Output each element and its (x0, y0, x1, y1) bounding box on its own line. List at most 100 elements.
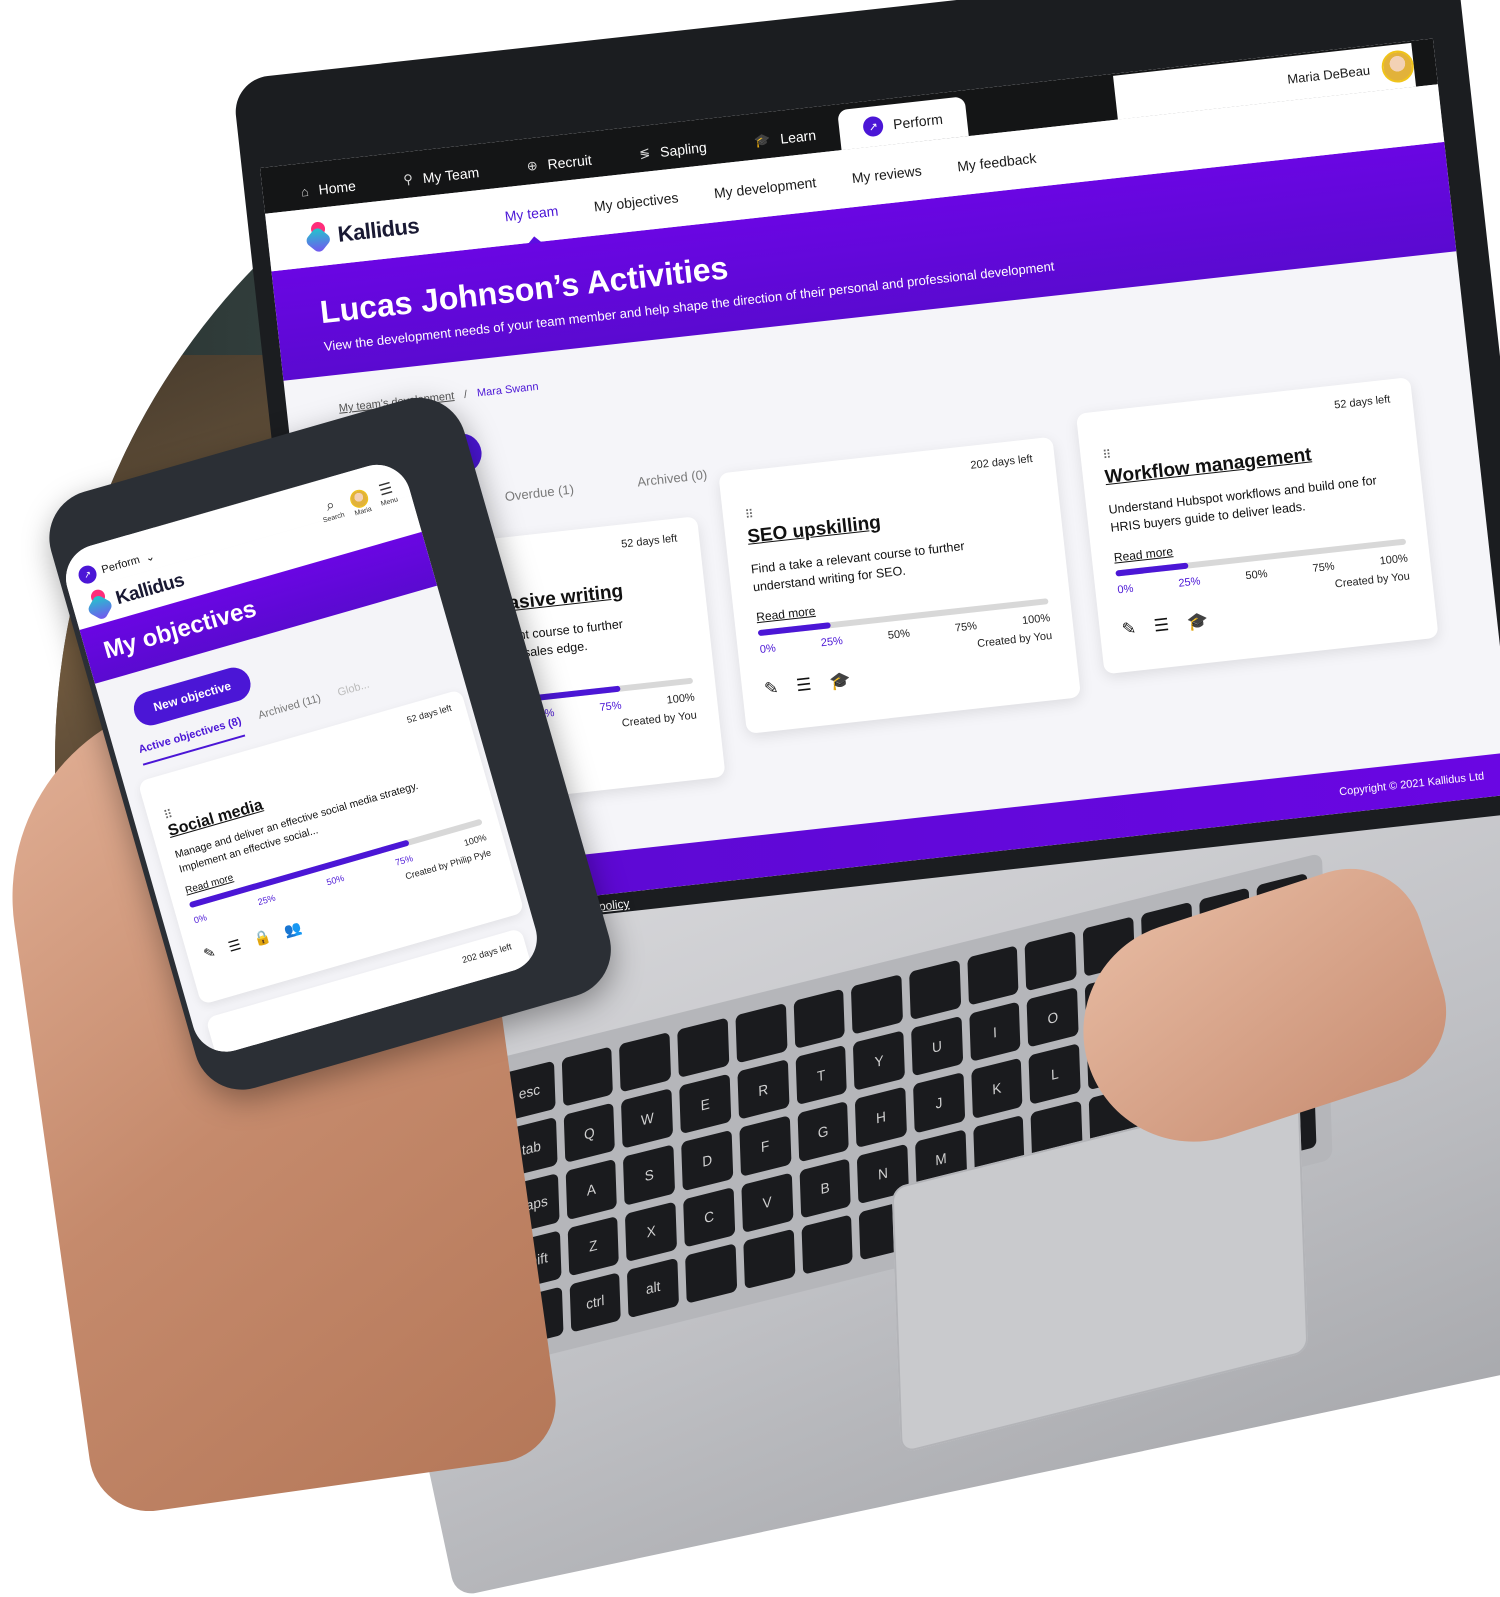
org-chart-icon: ⚲ (402, 171, 414, 188)
progress-tick: 100% (1379, 552, 1409, 568)
progress-tick: 75% (394, 853, 415, 869)
search-icon: ⌕ (323, 496, 337, 515)
app-switcher[interactable]: Perform (100, 554, 141, 576)
activity-card[interactable]: 202 days left ⠿ SEO upskilling Find a ta… (718, 436, 1082, 734)
keyboard-key: Y (853, 1030, 905, 1092)
edit-pencil-icon[interactable]: ✎ (202, 944, 218, 964)
photo-scene: esctabQWERTYUIOPcapsASDFGHJKLshiftZXCVBN… (0, 0, 1500, 1597)
progress-tick: 50% (325, 873, 346, 888)
keyboard-key (743, 1228, 796, 1290)
menu-button[interactable]: ☰ Menu (375, 480, 399, 510)
progress-tick: 0% (192, 912, 209, 926)
keyboard-key (735, 1002, 788, 1064)
tab-my-team[interactable]: My team (486, 201, 577, 227)
group-icon[interactable]: 👥 (282, 919, 303, 940)
keyboard-key: O (1026, 987, 1079, 1048)
copyright-text: Copyright © 2021 Kallidus Ltd (1338, 770, 1485, 799)
keyboard-key: C (683, 1186, 736, 1248)
keyboard-key (561, 1046, 614, 1108)
days-left: 202 days left (969, 453, 1034, 472)
days-left: 52 days left (405, 702, 453, 726)
progress-tick: 100% (462, 832, 488, 849)
tab-my-feedback[interactable]: My feedback (939, 148, 1055, 177)
profile-button[interactable]: Maria (348, 487, 373, 518)
edit-pencil-icon[interactable]: ✎ (763, 679, 779, 700)
days-left: 52 days left (1333, 393, 1391, 412)
keyboard-key: Z (567, 1215, 620, 1277)
progress-tick: 50% (1244, 568, 1269, 583)
progress-tick: 75% (954, 620, 978, 635)
brand-name: Kallidus (336, 212, 421, 247)
keyboard-key: T (795, 1044, 848, 1106)
avatar[interactable] (1380, 48, 1416, 85)
user-name: Maria DeBeau (1286, 62, 1371, 87)
nav-item-label: Learn (779, 126, 817, 147)
keyboard-key (909, 959, 961, 1021)
recruit-icon: ⊕ (525, 157, 539, 174)
chevron-down-icon[interactable]: ⌄ (144, 549, 156, 564)
keyboard-key: Q (563, 1102, 616, 1164)
progress-tick: 100% (666, 691, 696, 707)
nav-item-label: My Team (421, 164, 480, 187)
kallidus-logo-icon (304, 221, 333, 255)
progress-fill (757, 622, 831, 637)
tab-archived[interactable]: Archived (0) (623, 465, 724, 505)
keyboard-key: I (968, 1001, 1021, 1063)
home-icon: ⌂ (300, 183, 310, 200)
keyboard-key: G (797, 1101, 850, 1163)
keyboard-key: R (737, 1059, 790, 1121)
edit-pencil-icon[interactable]: ✎ (1121, 619, 1137, 640)
keyboard-key (685, 1242, 738, 1304)
graduation-cap-icon[interactable]: 🎓 (828, 671, 851, 693)
progress-fill (1115, 562, 1189, 577)
layers-icon[interactable]: ☰ (226, 936, 243, 956)
perform-chart-icon: ↗ (862, 115, 885, 138)
keyboard-key: H (855, 1086, 907, 1148)
keyboard-key: J (913, 1072, 965, 1134)
keyboard-key (677, 1017, 730, 1079)
keyboard-key: E (679, 1073, 732, 1135)
keyboard-key: X (625, 1201, 678, 1262)
progress-tick: 100% (1021, 612, 1051, 628)
activity-card[interactable]: 52 days left ⠿ Workflow management Under… (1075, 377, 1439, 675)
tab-my-objectives[interactable]: My objectives (575, 187, 697, 216)
keyboard-key: D (681, 1130, 734, 1191)
layers-icon[interactable]: ☰ (1153, 615, 1170, 637)
keyboard-key: ctrl (569, 1271, 622, 1333)
tab-my-development[interactable]: My development (695, 172, 835, 203)
lock-icon[interactable]: 🔒 (252, 928, 273, 949)
nav-item-label: Perform (892, 110, 944, 133)
breadcrumb-current: Mara Swann (476, 380, 540, 400)
kallidus-logo-icon (86, 587, 115, 622)
keyboard-key: A (565, 1159, 618, 1220)
keyboard-key: B (799, 1157, 851, 1219)
breadcrumb-separator: / (463, 388, 468, 401)
progress-tick: 25% (820, 635, 844, 650)
progress-tick: 25% (1177, 575, 1202, 590)
nav-item-label: Recruit (546, 151, 593, 173)
tab-archived[interactable]: Archived (11) (257, 692, 325, 731)
keyboard-key: L (1028, 1043, 1081, 1105)
keyboard-key (851, 974, 904, 1035)
keyboard-key (793, 988, 846, 1050)
keyboard-key: K (970, 1057, 1023, 1119)
keyboard-key: U (911, 1016, 963, 1077)
graduation-cap-icon[interactable]: 🎓 (1186, 611, 1209, 633)
perform-chart-icon: ↗ (76, 563, 99, 586)
sapling-icon: ≶ (638, 145, 651, 162)
keyboard-key (619, 1031, 672, 1093)
keyboard-key: alt (627, 1257, 680, 1319)
tab-my-reviews[interactable]: My reviews (833, 160, 940, 188)
kallidus-logo[interactable]: Kallidus (304, 203, 488, 255)
nav-item-label: Home (317, 177, 357, 198)
tab-overdue[interactable]: Overdue (1) (490, 480, 590, 520)
progress-tick: 25% (256, 892, 277, 908)
keyboard-key (967, 945, 1019, 1006)
progress-tick: 50% (887, 627, 911, 643)
tab-global[interactable]: Glob... (336, 678, 373, 708)
keyboard-key: W (621, 1088, 674, 1149)
keyboard-key: V (741, 1172, 794, 1233)
progress-tick: 0% (759, 642, 777, 657)
layers-icon[interactable]: ☰ (795, 675, 812, 697)
progress-tick: 75% (599, 699, 623, 715)
